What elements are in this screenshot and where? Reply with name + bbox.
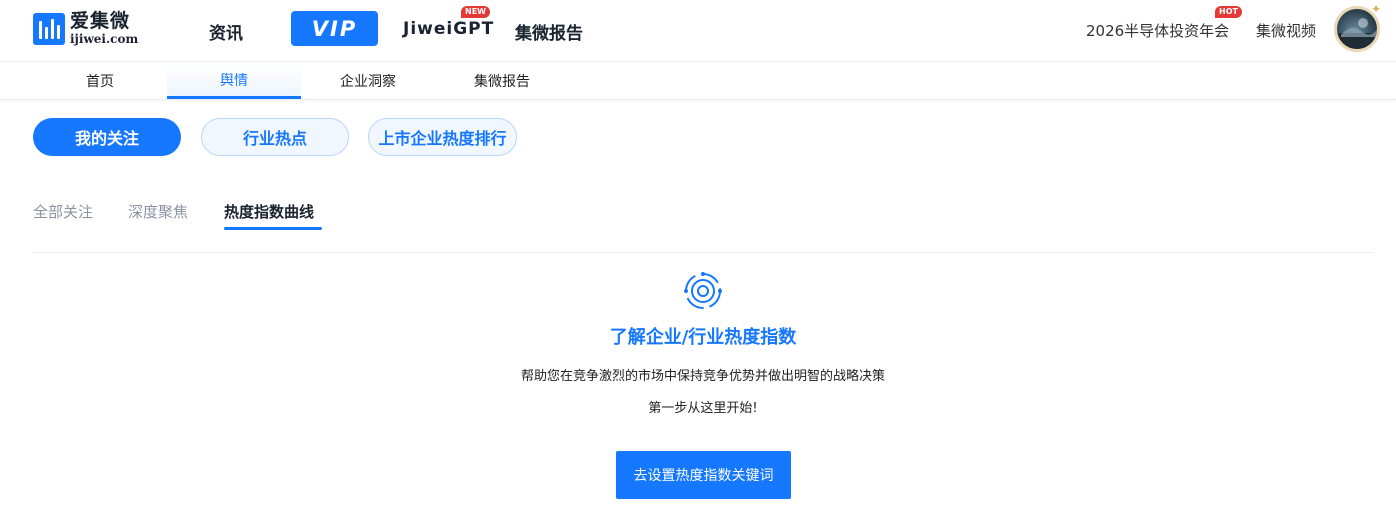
set-keywords-button[interactable]: 去设置热度指数关键词 xyxy=(616,451,791,499)
new-badge: NEW xyxy=(461,6,490,18)
top-header: 爱集微 ijiwei.com 资讯 VIP JiweiGPT NEW 集微报告 … xyxy=(0,0,1396,62)
empty-state-title: 了解企业/行业热度指数 xyxy=(609,327,797,348)
video-link[interactable]: 集微视频 xyxy=(1256,20,1316,41)
hot-badge: HOT xyxy=(1215,6,1242,18)
sub-navigation: 首页 舆情 企业洞察 集微报告 xyxy=(0,63,1396,100)
avatar-star-icon: ✦ xyxy=(1371,2,1382,16)
active-tab-indicator xyxy=(224,227,322,230)
site-logo[interactable]: 爱集微 ijiwei.com xyxy=(33,12,138,45)
tab-all-follow[interactable]: 全部关注 xyxy=(33,201,93,222)
pill-my-follow[interactable]: 我的关注 xyxy=(33,118,181,156)
vip-button[interactable]: VIP xyxy=(291,11,378,46)
subnav-insight[interactable]: 企业洞察 xyxy=(318,63,418,99)
empty-state-description: 帮助您在竞争激烈的市场中保持竞争优势并做出明智的战略决策 xyxy=(520,369,885,384)
logo-name: 爱集微 xyxy=(70,10,131,32)
nav-jiweigpt[interactable]: JiweiGPT xyxy=(403,19,494,39)
subnav-home[interactable]: 首页 xyxy=(55,63,145,99)
tab-heat-index-curve[interactable]: 热度指数曲线 xyxy=(224,201,314,222)
divider xyxy=(33,252,1373,253)
pill-industry-hot[interactable]: 行业热点 xyxy=(201,118,349,156)
target-icon xyxy=(684,272,722,309)
logo-domain: ijiwei.com xyxy=(70,32,139,46)
subnav-report[interactable]: 集微报告 xyxy=(452,63,552,99)
logo-icon xyxy=(33,12,65,45)
event-link[interactable]: 2026半导体投资年会 xyxy=(1086,20,1229,41)
nav-news[interactable]: 资讯 xyxy=(209,19,243,44)
empty-state-subtext: 第一步从这里开始! xyxy=(648,401,758,416)
tab-deep-focus[interactable]: 深度聚焦 xyxy=(128,201,188,222)
subnav-sentiment[interactable]: 舆情 xyxy=(167,63,301,99)
nav-report[interactable]: 集微报告 xyxy=(515,19,583,44)
pill-listed-ranking[interactable]: 上市企业热度排行 xyxy=(368,118,517,156)
